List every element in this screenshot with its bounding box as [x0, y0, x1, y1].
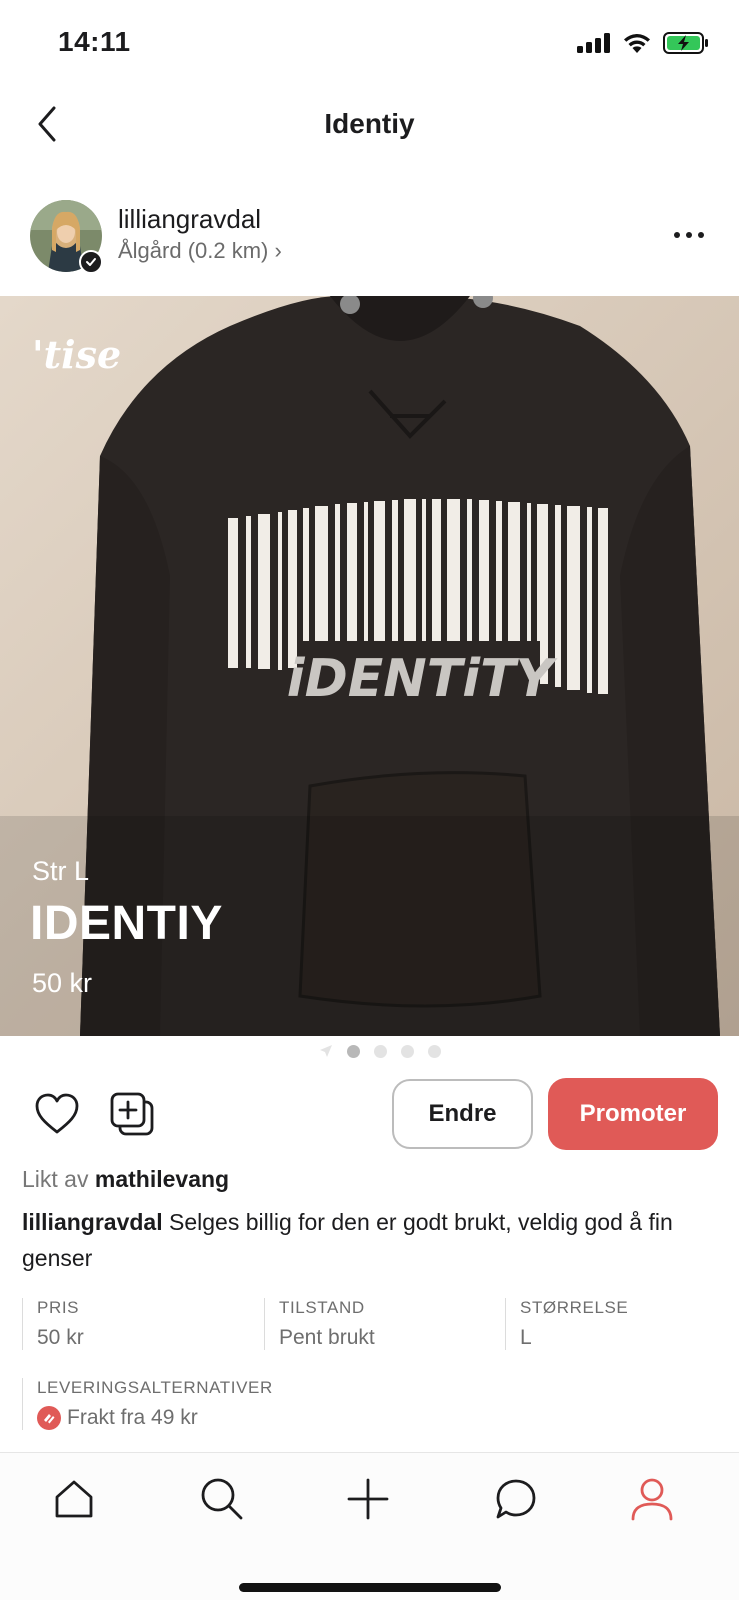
checkmark-icon — [86, 258, 96, 266]
edit-button[interactable]: Endre — [392, 1079, 533, 1149]
image-title: IDENTIY — [30, 897, 223, 950]
action-row: Endre Promoter — [0, 1078, 739, 1152]
search-icon — [201, 1478, 243, 1520]
tab-bar — [0, 1452, 739, 1600]
wifi-icon — [624, 34, 650, 53]
seller-location[interactable]: Ålgård (0.2 km) › — [118, 238, 282, 264]
nav-bar: Identiy — [0, 88, 739, 164]
tab-profile[interactable] — [626, 1473, 678, 1525]
more-dot-icon — [698, 232, 704, 238]
like-button[interactable] — [34, 1092, 80, 1136]
verified-badge — [79, 250, 103, 274]
detail-delivery-label: LEVERINGSALTERNATIVER — [37, 1378, 273, 1397]
profile-icon — [631, 1478, 673, 1521]
tab-home[interactable] — [48, 1473, 100, 1525]
battery-charging-icon — [663, 32, 708, 54]
status-bar: 14:11 — [0, 0, 739, 88]
more-dot-icon — [686, 232, 692, 238]
more-dot-icon — [674, 232, 680, 238]
more-options-button[interactable] — [669, 220, 709, 250]
pager-dot[interactable] — [373, 1044, 387, 1058]
pager-dot[interactable] — [346, 1044, 360, 1058]
shipping-icon — [37, 1406, 61, 1430]
image-price: 50 kr — [32, 968, 93, 998]
home-icon — [55, 1480, 93, 1518]
image-pager — [0, 1043, 739, 1059]
promote-button[interactable]: Promoter — [548, 1078, 718, 1150]
pager-dot[interactable] — [400, 1044, 414, 1058]
liked-by: Likt av mathilevang — [22, 1166, 229, 1193]
add-collection-icon — [110, 1092, 154, 1136]
seller-username[interactable]: lilliangravdal — [118, 204, 261, 235]
status-time: 14:11 — [58, 26, 131, 57]
description-username[interactable]: lilliangravdal — [22, 1209, 163, 1235]
product-image[interactable]: iDENTiTY 'tise Str L IDENTIY 50 kr — [0, 296, 739, 1036]
plus-icon — [347, 1478, 389, 1520]
detail-delivery-value: Frakt fra 49 kr — [67, 1406, 198, 1429]
location-arrow-icon — [319, 1045, 332, 1057]
add-to-collection-button[interactable] — [108, 1090, 156, 1138]
detail-price: PRIS 50 kr — [22, 1298, 84, 1350]
chat-icon — [496, 1479, 536, 1519]
tab-add-listing[interactable] — [342, 1473, 394, 1525]
liked-by-prefix: Likt av — [22, 1166, 89, 1192]
status-icons — [577, 32, 709, 54]
tab-search[interactable] — [196, 1473, 248, 1525]
detail-delivery-row: Frakt fra 49 kr — [37, 1406, 273, 1430]
detail-size-label: STØRRELSE — [520, 1298, 629, 1317]
detail-price-label: PRIS — [37, 1298, 80, 1317]
image-size-label: Str L — [32, 856, 90, 886]
detail-condition-label: TILSTAND — [279, 1298, 365, 1317]
pager-dot[interactable] — [427, 1044, 441, 1058]
signal-icon — [577, 33, 610, 53]
detail-price-value: 50 kr — [37, 1326, 84, 1349]
detail-condition: TILSTAND Pent brukt — [264, 1298, 375, 1350]
seller-header: lilliangravdal Ålgård (0.2 km) › — [0, 198, 739, 278]
detail-size-value: L — [520, 1326, 532, 1349]
garment-print-text: iDENTiTY — [287, 649, 559, 709]
tab-messages[interactable] — [490, 1473, 542, 1525]
heart-icon — [35, 1093, 79, 1134]
description: lilliangravdal Selges billig for den er … — [22, 1204, 722, 1276]
tise-watermark: 'tise — [32, 332, 122, 377]
detail-size: STØRRELSE L — [505, 1298, 628, 1350]
home-indicator — [239, 1583, 501, 1592]
liked-by-user[interactable]: mathilevang — [95, 1166, 229, 1192]
detail-delivery[interactable]: LEVERINGSALTERNATIVER Frakt fra 49 kr — [22, 1378, 273, 1430]
detail-condition-value: Pent brukt — [279, 1326, 375, 1349]
page-title: Identiy — [324, 108, 415, 139]
